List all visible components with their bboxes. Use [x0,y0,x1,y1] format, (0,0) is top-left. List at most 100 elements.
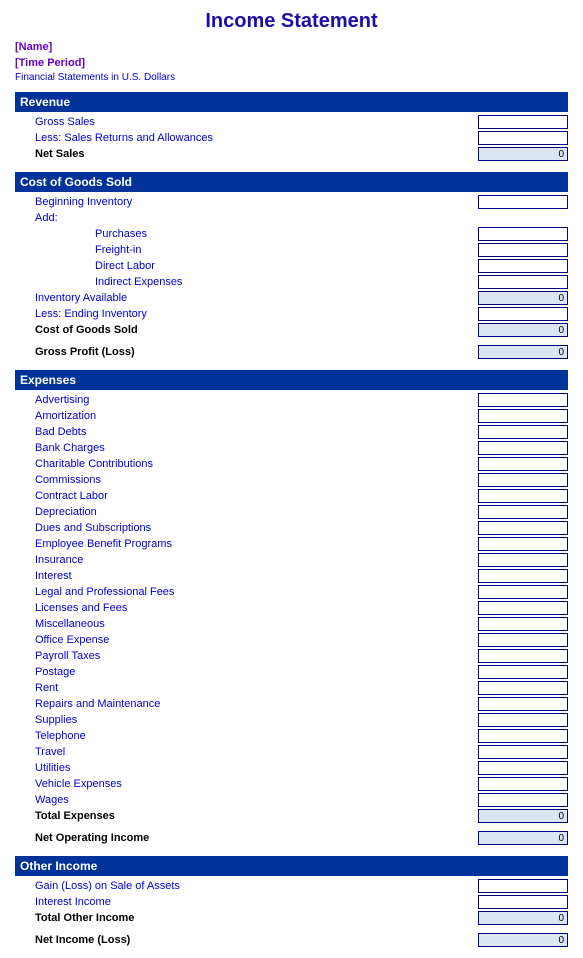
row-expense-0: Advertising [15,392,568,408]
label-inventory-available: Inventory Available [15,292,474,304]
row-expense-21: Telephone [15,728,568,744]
input-expense-3[interactable] [478,441,568,455]
label-expense-10: Insurance [15,554,474,566]
input-cogs-total[interactable]: 0 [478,323,568,337]
input-gain-loss[interactable] [478,879,568,893]
label-gross-sales: Gross Sales [15,116,474,128]
label-expense-17: Postage [15,666,474,678]
label-gross-profit: Gross Profit (Loss) [15,346,474,358]
row-expense-13: Licenses and Fees [15,600,568,616]
label-ending-inventory: Less: Ending Inventory [15,308,474,320]
label-expense-11: Interest [15,570,474,582]
row-expense-14: Miscellaneous [15,616,568,632]
input-expense-1[interactable] [478,409,568,423]
label-expense-8: Dues and Subscriptions [15,522,474,534]
input-expense-20[interactable] [478,713,568,727]
row-direct-labor: Direct Labor [15,258,568,274]
row-ending-inventory: Less: Ending Inventory [15,306,568,322]
input-expense-16[interactable] [478,649,568,663]
label-expense-4: Charitable Contributions [15,458,474,470]
input-expense-14[interactable] [478,617,568,631]
input-expense-0[interactable] [478,393,568,407]
row-cogs-total: Cost of Goods Sold 0 [15,322,568,338]
label-expense-22: Travel [15,746,474,758]
input-expense-23[interactable] [478,761,568,775]
row-gain-loss: Gain (Loss) on Sale of Assets [15,878,568,894]
input-expense-19[interactable] [478,697,568,711]
page-title: Income Statement [15,10,568,33]
input-expense-7[interactable] [478,505,568,519]
input-expense-12[interactable] [478,585,568,599]
label-expense-0: Advertising [15,394,474,406]
input-net-income[interactable]: 0 [478,933,568,947]
input-expense-10[interactable] [478,553,568,567]
row-expense-18: Rent [15,680,568,696]
input-net-operating[interactable]: 0 [478,831,568,845]
row-expense-11: Interest [15,568,568,584]
subtitle: Financial Statements in U.S. Dollars [15,72,175,83]
label-expense-23: Utilities [15,762,474,774]
input-gross-profit[interactable]: 0 [478,345,568,359]
input-expense-4[interactable] [478,457,568,471]
input-expense-9[interactable] [478,537,568,551]
row-net-income: Net Income (Loss) 0 [15,932,568,948]
input-expense-24[interactable] [478,777,568,791]
input-expense-21[interactable] [478,729,568,743]
input-ending-inventory[interactable] [478,307,568,321]
input-expense-2[interactable] [478,425,568,439]
row-expense-3: Bank Charges [15,440,568,456]
input-total-other-income[interactable]: 0 [478,911,568,925]
input-expense-15[interactable] [478,633,568,647]
label-expense-25: Wages [15,794,474,806]
input-expense-13[interactable] [478,601,568,615]
label-purchases: Purchases [15,228,474,240]
label-expense-9: Employee Benefit Programs [15,538,474,550]
row-beginning-inventory: Beginning Inventory [15,194,568,210]
row-net-sales: Net Sales 0 [15,146,568,162]
input-purchases[interactable] [478,227,568,241]
label-net-sales: Net Sales [15,148,474,160]
label-total-other-income: Total Other Income [15,912,474,924]
row-expense-22: Travel [15,744,568,760]
input-inventory-available[interactable]: 0 [478,291,568,305]
input-expense-8[interactable] [478,521,568,535]
row-expense-7: Depreciation [15,504,568,520]
row-add-label: Add: [15,210,568,226]
row-expense-15: Office Expense [15,632,568,648]
input-beginning-inventory[interactable] [478,195,568,209]
row-expense-17: Postage [15,664,568,680]
label-expense-15: Office Expense [15,634,474,646]
input-expense-6[interactable] [478,489,568,503]
input-net-sales[interactable]: 0 [478,147,568,161]
input-expense-11[interactable] [478,569,568,583]
input-expense-18[interactable] [478,681,568,695]
input-freight[interactable] [478,243,568,257]
row-expense-8: Dues and Subscriptions [15,520,568,536]
label-expense-16: Payroll Taxes [15,650,474,662]
input-direct-labor[interactable] [478,259,568,273]
row-freight: Freight-in [15,242,568,258]
input-interest-income[interactable] [478,895,568,909]
input-sales-returns[interactable] [478,131,568,145]
label-sales-returns: Less: Sales Returns and Allowances [15,132,474,144]
row-expense-5: Commissions [15,472,568,488]
label-expense-7: Depreciation [15,506,474,518]
input-gross-sales[interactable] [478,115,568,129]
input-indirect-expenses[interactable] [478,275,568,289]
row-sales-returns: Less: Sales Returns and Allowances [15,130,568,146]
row-gross-sales: Gross Sales [15,114,568,130]
input-expense-17[interactable] [478,665,568,679]
section-revenue: Revenue [15,92,568,112]
row-expense-4: Charitable Contributions [15,456,568,472]
row-interest-income: Interest Income [15,894,568,910]
input-total-expenses[interactable]: 0 [478,809,568,823]
label-expense-2: Bad Debts [15,426,474,438]
label-expense-13: Licenses and Fees [15,602,474,614]
input-expense-5[interactable] [478,473,568,487]
input-expense-22[interactable] [478,745,568,759]
label-expense-24: Vehicle Expenses [15,778,474,790]
label-expense-3: Bank Charges [15,442,474,454]
label-net-operating: Net Operating Income [15,832,474,844]
section-expenses: Expenses [15,370,568,390]
input-expense-25[interactable] [478,793,568,807]
